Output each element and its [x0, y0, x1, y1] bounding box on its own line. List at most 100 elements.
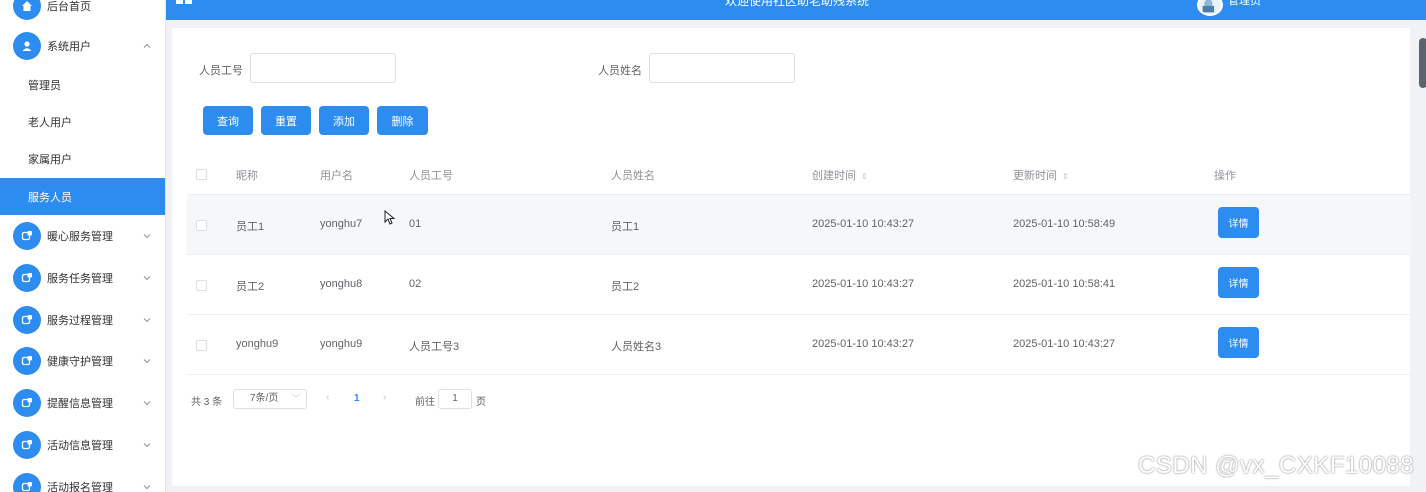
menu-item-care-service[interactable]: 暖心服务管理: [0, 216, 165, 256]
cell-staff-name: 员工1: [611, 221, 640, 233]
cell-staff-id: 人员工号3: [409, 341, 460, 353]
cell-username: yonghu9: [320, 338, 363, 350]
row-checkbox[interactable]: [196, 340, 207, 351]
menu-item-activity-info[interactable]: 活动信息管理: [0, 425, 165, 465]
sort-icon[interactable]: ⇕: [861, 172, 868, 181]
module-icon: [13, 473, 41, 492]
menu-item-label: 暖心服务管理: [47, 231, 113, 243]
column-header-username: 用户名: [320, 170, 353, 182]
menu-item-home[interactable]: 后台首页: [0, 0, 165, 26]
column-header-label: 更新时间: [1013, 170, 1057, 182]
add-button[interactable]: 添加: [319, 106, 369, 135]
table-row[interactable]: yonghu9 yonghu9 人员工号3 人员姓名3 2025-01-10 1…: [187, 315, 1410, 375]
menu-grid-icon[interactable]: [176, 0, 192, 9]
chevron-up-icon: [143, 43, 151, 48]
sub-item-label: 老人用户: [28, 116, 72, 129]
menu-item-system-users[interactable]: 系统用户: [0, 26, 165, 66]
staff-id-label: 人员工号: [199, 65, 243, 77]
top-header: 欢迎使用社区助老助残系统 管理员: [166, 0, 1426, 20]
module-icon: [13, 264, 41, 292]
avatar[interactable]: [1197, 0, 1223, 16]
scrollbar-thumb[interactable]: [1419, 38, 1426, 88]
row-checkbox[interactable]: [196, 220, 207, 231]
menu-item-service-process[interactable]: 服务过程管理: [0, 300, 165, 340]
cell-updated: 2025-01-10 10:58:41: [1013, 278, 1116, 290]
sidebar-item-service-staff[interactable]: 服务人员: [0, 178, 165, 215]
menu-item-label: 系统用户: [47, 41, 91, 53]
reset-button[interactable]: 重置: [261, 106, 311, 135]
pagination-total: 共 3 条: [191, 397, 223, 408]
cell-created: 2025-01-10 10:43:27: [812, 278, 915, 290]
cell-staff-id: 01: [409, 218, 422, 230]
cell-updated: 2025-01-10 10:58:49: [1013, 218, 1116, 230]
chevron-down-icon: [143, 443, 151, 448]
sidebar-item-family-users[interactable]: 家属用户: [0, 140, 165, 177]
cell-updated: 2025-01-10 10:43:27: [1013, 338, 1116, 350]
module-icon: [13, 222, 41, 250]
column-header-staff-id: 人员工号: [409, 170, 453, 182]
module-icon: [13, 431, 41, 459]
menu-item-reminder[interactable]: 提醒信息管理: [0, 383, 165, 423]
menu-item-label: 提醒信息管理: [47, 398, 113, 410]
chevron-down-icon: ﹀: [292, 394, 300, 403]
column-header-label: 创建时间: [812, 170, 856, 182]
goto-label: 前往: [415, 397, 435, 408]
column-header-actions: 操作: [1214, 170, 1236, 182]
detail-button[interactable]: 详情: [1218, 327, 1259, 358]
detail-button[interactable]: 详情: [1218, 207, 1259, 238]
cell-nickname: 员工1: [236, 221, 265, 233]
column-header-created[interactable]: 创建时间 ⇕: [812, 167, 868, 183]
query-button[interactable]: 查询: [203, 106, 253, 135]
row-checkbox[interactable]: [196, 280, 207, 291]
staff-id-input[interactable]: [250, 53, 396, 83]
menu-item-service-task[interactable]: 服务任务管理: [0, 258, 165, 298]
detail-button[interactable]: 详情: [1218, 267, 1259, 298]
chevron-down-icon: [143, 318, 151, 323]
pagination: 共 3 条 7条/页 ﹀ ‹ 1 › 前往 1 页: [191, 389, 591, 409]
select-all-checkbox[interactable]: [196, 169, 207, 180]
menu-item-label: 活动信息管理: [47, 440, 113, 452]
column-header-staff-name: 人员姓名: [611, 170, 655, 182]
delete-button[interactable]: 删除: [377, 106, 428, 135]
chevron-down-icon: [143, 485, 151, 490]
watermark: CSDN @vx_CXKF10088: [1138, 452, 1415, 479]
chevron-down-icon: [143, 359, 151, 364]
column-header-updated[interactable]: 更新时间 ⇕: [1013, 167, 1069, 183]
sort-icon[interactable]: ⇕: [1062, 172, 1069, 181]
user-icon: [13, 32, 41, 60]
cell-staff-name: 员工2: [611, 281, 640, 293]
table-header: 昵称 用户名 人员工号 人员姓名 创建时间 ⇕ 更新时间 ⇕ 操作: [187, 153, 1410, 195]
sidebar-item-elderly-users[interactable]: 老人用户: [0, 103, 165, 140]
mouse-cursor-icon: [384, 210, 396, 225]
menu-item-label: 后台首页: [47, 1, 91, 13]
menu-item-health-guard[interactable]: 健康守护管理: [0, 341, 165, 381]
cell-created: 2025-01-10 10:43:27: [812, 338, 915, 350]
header-title: 欢迎使用社区助老助残系统: [725, 0, 870, 8]
menu-item-label: 服务过程管理: [47, 315, 113, 327]
sub-item-label: 管理员: [28, 79, 61, 92]
page-number[interactable]: 1: [354, 393, 360, 404]
cell-username: yonghu8: [320, 278, 363, 290]
cell-staff-id: 02: [409, 278, 422, 290]
sidebar-item-admin[interactable]: 管理员: [0, 66, 165, 103]
goto-page-input[interactable]: 1: [438, 389, 472, 409]
chevron-down-icon: [143, 276, 151, 281]
menu-item-label: 服务任务管理: [47, 273, 113, 285]
staff-name-input[interactable]: [649, 53, 795, 83]
module-icon: [13, 306, 41, 334]
table-row[interactable]: 员工2 yonghu8 02 员工2 2025-01-10 10:43:27 2…: [187, 255, 1410, 315]
goto-unit: 页: [476, 397, 486, 408]
next-page-icon[interactable]: ›: [383, 392, 386, 403]
sidebar: 后台首页 系统用户 管理员 老人用户 家属用户 服务人员 暖心服务管理 服务任务…: [0, 0, 166, 492]
module-icon: [13, 347, 41, 375]
sub-item-label: 服务人员: [28, 191, 72, 204]
prev-page-icon[interactable]: ‹: [326, 392, 329, 403]
table-row[interactable]: 员工1 yonghu7 01 员工1 2025-01-10 10:43:27 2…: [187, 195, 1410, 255]
page-size-select[interactable]: 7条/页 ﹀: [233, 389, 307, 409]
staff-name-label: 人员姓名: [598, 65, 642, 77]
menu-item-label: 健康守护管理: [47, 356, 113, 368]
cell-username: yonghu7: [320, 218, 363, 230]
header-username[interactable]: 管理员: [1228, 0, 1261, 8]
column-header-nickname: 昵称: [236, 170, 258, 182]
menu-item-activity-signup[interactable]: 活动报名管理: [0, 467, 165, 492]
